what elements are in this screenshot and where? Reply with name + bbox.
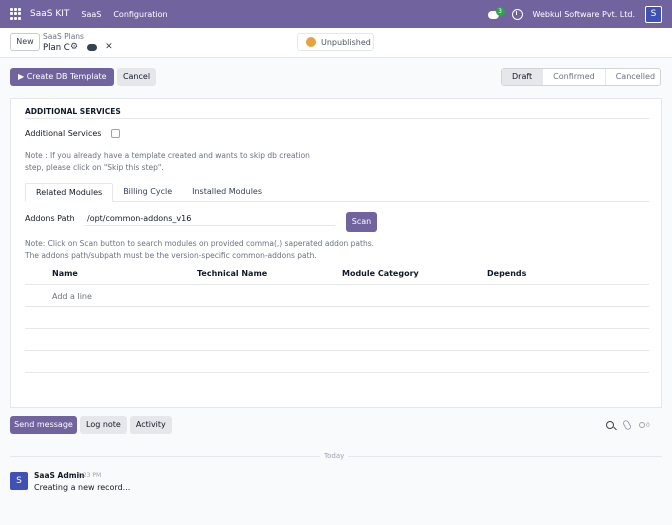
breadcrumb-parent[interactable]: SaaS Plans	[43, 32, 84, 41]
message-body: Creating a new record...	[34, 483, 131, 492]
new-button[interactable]: New	[10, 33, 40, 51]
addons-path-label: Addons Path	[25, 214, 75, 223]
tab-related-modules[interactable]: Related Modules	[25, 183, 114, 202]
globe-icon	[306, 37, 316, 47]
cloud-save-icon[interactable]	[87, 43, 98, 51]
send-message-button[interactable]: Send message	[10, 416, 77, 434]
table-row	[25, 351, 649, 373]
cancel-button[interactable]: Cancel	[117, 68, 156, 86]
form-sheet: ADDITIONAL SERVICES Additional Services …	[10, 98, 662, 408]
message-time: 1:23 PM	[77, 472, 102, 479]
control-panel: New SaaS Plans Plan C ⚙ ✕ Unpublished	[0, 28, 672, 58]
follower-count: 0	[646, 421, 650, 429]
close-icon[interactable]: ✕	[105, 42, 113, 52]
scan-button[interactable]: Scan	[346, 212, 377, 232]
website-publish-button[interactable]: Unpublished	[297, 33, 374, 51]
chat-icon[interactable]: 3	[487, 7, 505, 21]
column-module-category[interactable]: Module Category	[342, 269, 419, 278]
menu-saas[interactable]: SaaS	[81, 10, 101, 19]
gear-icon[interactable]: ⚙	[70, 42, 78, 52]
column-technical-name[interactable]: Technical Name	[197, 269, 267, 278]
table-header: Name Technical Name Module Category Depe…	[25, 265, 649, 285]
tab-billing-cycle[interactable]: Billing Cycle	[113, 183, 182, 202]
section-title: ADDITIONAL SERVICES	[25, 107, 121, 116]
app-name[interactable]: SaaS KIT	[30, 9, 69, 19]
stage-draft[interactable]: Draft	[502, 69, 544, 85]
scan-note: Note: Click on Scan button to search mod…	[25, 238, 625, 262]
followers-button[interactable]: 0	[639, 421, 650, 429]
activity-clock-icon[interactable]	[511, 8, 523, 20]
scan-note-line-2: The addons path/subpath must be the vers…	[25, 251, 317, 260]
user-avatar[interactable]: S	[645, 5, 662, 23]
person-icon	[639, 421, 645, 428]
menu-configuration[interactable]: Configuration	[113, 10, 167, 19]
chatter-tools: 0	[606, 419, 650, 431]
company-switcher[interactable]: Webkul Software Pvt. Ltd.	[533, 10, 635, 19]
chat-badge: 3	[495, 7, 505, 16]
table-row	[25, 307, 649, 329]
paperclip-icon[interactable]	[621, 419, 633, 431]
column-name[interactable]: Name	[52, 269, 78, 278]
additional-services-label: Additional Services	[25, 129, 102, 138]
date-divider-label: Today	[320, 452, 349, 460]
table-row: Add a line	[25, 285, 649, 307]
column-depends[interactable]: Depends	[487, 269, 526, 278]
log-note-button[interactable]: Log note	[80, 416, 127, 434]
table-row	[25, 329, 649, 351]
additional-services-checkbox[interactable]	[111, 129, 120, 138]
stage-cancelled[interactable]: Cancelled	[606, 69, 665, 85]
create-db-template-button[interactable]: ▶ Create DB Template	[10, 68, 114, 86]
addons-path-input[interactable]: /opt/common-addons_v16	[85, 212, 335, 226]
notebook-tabs: Related Modules Billing Cycle Installed …	[25, 183, 649, 202]
activity-button[interactable]: Activity	[129, 416, 172, 434]
search-icon[interactable]	[606, 421, 614, 429]
create-db-template-label: Create DB Template	[26, 72, 107, 81]
form-statusbar: ▶ Create DB Template Cancel Draft Confir…	[0, 58, 672, 98]
stage-status-bar: Draft Confirmed Cancelled	[501, 68, 661, 86]
related-modules-table: Name Technical Name Module Category Depe…	[25, 265, 649, 373]
play-icon: ▶	[18, 72, 25, 81]
stage-confirmed[interactable]: Confirmed	[543, 69, 606, 85]
scan-note-line-1: Note: Click on Scan button to search mod…	[25, 239, 375, 248]
skip-step-note: Note : If you already have a template cr…	[25, 151, 310, 172]
tab-installed-modules[interactable]: Installed Modules	[182, 183, 272, 202]
section-divider	[25, 118, 649, 119]
chatter-topbar: Send message Log note Activity	[10, 416, 175, 434]
breadcrumb-current: Plan C	[43, 43, 70, 53]
apps-menu-icon[interactable]	[10, 8, 22, 20]
message-avatar[interactable]: S	[10, 472, 28, 490]
publish-status-label: Unpublished	[321, 37, 371, 47]
top-navbar: SaaS KIT SaaS Configuration 3 Webkul Sof…	[0, 0, 672, 28]
add-line-link[interactable]: Add a line	[52, 292, 92, 301]
